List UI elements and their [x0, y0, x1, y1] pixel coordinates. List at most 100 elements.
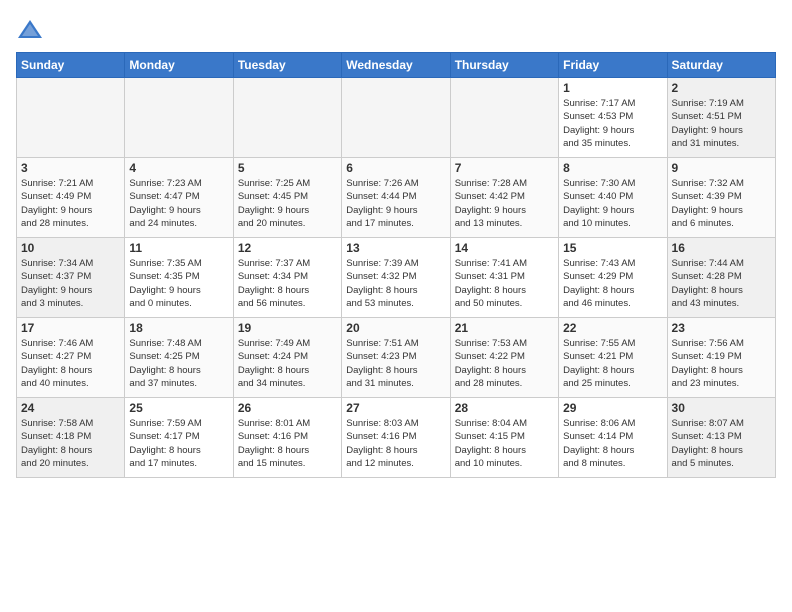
day-info: Sunrise: 7:32 AM Sunset: 4:39 PM Dayligh… — [672, 177, 771, 230]
day-info: Sunrise: 7:44 AM Sunset: 4:28 PM Dayligh… — [672, 257, 771, 310]
calendar-cell: 18Sunrise: 7:48 AM Sunset: 4:25 PM Dayli… — [125, 318, 233, 398]
day-info: Sunrise: 7:41 AM Sunset: 4:31 PM Dayligh… — [455, 257, 554, 310]
day-info: Sunrise: 7:59 AM Sunset: 4:17 PM Dayligh… — [129, 417, 228, 470]
day-number: 6 — [346, 161, 445, 175]
calendar-cell: 27 Sunrise: 8:03 AM Sunset: 4:16 PM Dayli… — [342, 398, 450, 478]
calendar-cell: 12 Sunrise: 7:37 AM Sunset: 4:34 PM Dayli… — [233, 238, 341, 318]
day-number: 21 — [455, 321, 554, 335]
day-info: Sunrise: 7:28 AM Sunset: 4:42 PM Dayligh… — [455, 177, 554, 230]
calendar-week-row: 3Sunrise: 7:21 AM Sunset: 4:49 PM Daylig… — [17, 158, 776, 238]
calendar-table: SundayMondayTuesdayWednesdayThursdayFrid… — [16, 52, 776, 478]
day-info: Sunrise: 7:43 AM Sunset: 4:29 PM Dayligh… — [563, 257, 662, 310]
day-number: 4 — [129, 161, 228, 175]
day-info: Sunrise: 8:07 AM Sunset: 4:13 PM Dayligh… — [672, 417, 771, 470]
calendar-cell: 15 Sunrise: 7:43 AM Sunset: 4:29 PM Dayli… — [559, 238, 667, 318]
calendar-cell: 25 Sunrise: 7:59 AM Sunset: 4:17 PM Dayli… — [125, 398, 233, 478]
day-number: 9 — [672, 161, 771, 175]
calendar-cell: 8 Sunrise: 7:30 AM Sunset: 4:40 PM Daylig… — [559, 158, 667, 238]
day-number: 24 — [21, 401, 120, 415]
day-number: 27 — [346, 401, 445, 415]
day-info: Sunrise: 7:39 AM Sunset: 4:32 PM Dayligh… — [346, 257, 445, 310]
calendar-cell: 3Sunrise: 7:21 AM Sunset: 4:49 PM Daylig… — [17, 158, 125, 238]
day-number: 22 — [563, 321, 662, 335]
day-number: 10 — [21, 241, 120, 255]
day-info: Sunrise: 7:46 AM Sunset: 4:27 PM Dayligh… — [21, 337, 120, 390]
day-info: Sunrise: 7:49 AM Sunset: 4:24 PM Dayligh… — [238, 337, 337, 390]
column-header-sunday: Sunday — [17, 53, 125, 78]
page-header — [16, 16, 776, 44]
calendar-cell: 19 Sunrise: 7:49 AM Sunset: 4:24 PM Dayli… — [233, 318, 341, 398]
day-number: 25 — [129, 401, 228, 415]
day-info: Sunrise: 7:37 AM Sunset: 4:34 PM Dayligh… — [238, 257, 337, 310]
day-info: Sunrise: 7:51 AM Sunset: 4:23 PM Dayligh… — [346, 337, 445, 390]
calendar-cell: 6 Sunrise: 7:26 AM Sunset: 4:44 PM Daylig… — [342, 158, 450, 238]
day-number: 5 — [238, 161, 337, 175]
calendar-cell: 21Sunrise: 7:53 AM Sunset: 4:22 PM Dayli… — [450, 318, 558, 398]
day-info: Sunrise: 7:26 AM Sunset: 4:44 PM Dayligh… — [346, 177, 445, 230]
day-number: 29 — [563, 401, 662, 415]
day-info: Sunrise: 7:30 AM Sunset: 4:40 PM Dayligh… — [563, 177, 662, 230]
day-number: 3 — [21, 161, 120, 175]
column-header-saturday: Saturday — [667, 53, 775, 78]
day-info: Sunrise: 8:01 AM Sunset: 4:16 PM Dayligh… — [238, 417, 337, 470]
day-info: Sunrise: 7:23 AM Sunset: 4:47 PM Dayligh… — [129, 177, 228, 230]
calendar-cell — [17, 78, 125, 158]
day-number: 15 — [563, 241, 662, 255]
column-header-thursday: Thursday — [450, 53, 558, 78]
calendar-header-row: SundayMondayTuesdayWednesdayThursdayFrid… — [17, 53, 776, 78]
day-number: 1 — [563, 81, 662, 95]
day-number: 19 — [238, 321, 337, 335]
calendar-cell: 30 Sunrise: 8:07 AM Sunset: 4:13 PM Dayli… — [667, 398, 775, 478]
calendar-cell — [342, 78, 450, 158]
day-number: 7 — [455, 161, 554, 175]
calendar-cell: 28 Sunrise: 8:04 AM Sunset: 4:15 PM Dayli… — [450, 398, 558, 478]
day-number: 28 — [455, 401, 554, 415]
day-info: Sunrise: 8:03 AM Sunset: 4:16 PM Dayligh… — [346, 417, 445, 470]
day-number: 30 — [672, 401, 771, 415]
day-info: Sunrise: 7:17 AM Sunset: 4:53 PM Dayligh… — [563, 97, 662, 150]
column-header-tuesday: Tuesday — [233, 53, 341, 78]
day-info: Sunrise: 7:25 AM Sunset: 4:45 PM Dayligh… — [238, 177, 337, 230]
calendar-cell: 7 Sunrise: 7:28 AM Sunset: 4:42 PM Daylig… — [450, 158, 558, 238]
day-number: 26 — [238, 401, 337, 415]
day-number: 23 — [672, 321, 771, 335]
calendar-cell: 14 Sunrise: 7:41 AM Sunset: 4:31 PM Dayli… — [450, 238, 558, 318]
calendar-week-row: 17 Sunrise: 7:46 AM Sunset: 4:27 PM Dayli… — [17, 318, 776, 398]
day-info: Sunrise: 8:04 AM Sunset: 4:15 PM Dayligh… — [455, 417, 554, 470]
logo-icon — [16, 16, 44, 44]
calendar-cell: 5 Sunrise: 7:25 AM Sunset: 4:45 PM Daylig… — [233, 158, 341, 238]
day-info: Sunrise: 7:56 AM Sunset: 4:19 PM Dayligh… — [672, 337, 771, 390]
day-number: 12 — [238, 241, 337, 255]
day-number: 20 — [346, 321, 445, 335]
calendar-cell: 10 Sunrise: 7:34 AM Sunset: 4:37 PM Dayli… — [17, 238, 125, 318]
calendar-week-row: 1 Sunrise: 7:17 AM Sunset: 4:53 PM Daylig… — [17, 78, 776, 158]
calendar-cell: 20 Sunrise: 7:51 AM Sunset: 4:23 PM Dayli… — [342, 318, 450, 398]
day-number: 17 — [21, 321, 120, 335]
calendar-week-row: 24 Sunrise: 7:58 AM Sunset: 4:18 PM Dayli… — [17, 398, 776, 478]
calendar-cell — [233, 78, 341, 158]
column-header-monday: Monday — [125, 53, 233, 78]
day-info: Sunrise: 7:48 AM Sunset: 4:25 PM Dayligh… — [129, 337, 228, 390]
calendar-cell: 9 Sunrise: 7:32 AM Sunset: 4:39 PM Daylig… — [667, 158, 775, 238]
calendar-cell: 29 Sunrise: 8:06 AM Sunset: 4:14 PM Dayli… — [559, 398, 667, 478]
day-number: 2 — [672, 81, 771, 95]
day-number: 11 — [129, 241, 228, 255]
calendar-cell: 16Sunrise: 7:44 AM Sunset: 4:28 PM Dayli… — [667, 238, 775, 318]
day-info: Sunrise: 8:06 AM Sunset: 4:14 PM Dayligh… — [563, 417, 662, 470]
calendar-cell: 17 Sunrise: 7:46 AM Sunset: 4:27 PM Dayli… — [17, 318, 125, 398]
calendar-cell: 22Sunrise: 7:55 AM Sunset: 4:21 PM Dayli… — [559, 318, 667, 398]
column-header-wednesday: Wednesday — [342, 53, 450, 78]
day-info: Sunrise: 7:34 AM Sunset: 4:37 PM Dayligh… — [21, 257, 120, 310]
logo — [16, 16, 48, 44]
calendar-cell: 11 Sunrise: 7:35 AM Sunset: 4:35 PM Dayli… — [125, 238, 233, 318]
calendar-cell: 13 Sunrise: 7:39 AM Sunset: 4:32 PM Dayli… — [342, 238, 450, 318]
day-info: Sunrise: 7:58 AM Sunset: 4:18 PM Dayligh… — [21, 417, 120, 470]
calendar-week-row: 10 Sunrise: 7:34 AM Sunset: 4:37 PM Dayli… — [17, 238, 776, 318]
calendar-cell: 26 Sunrise: 8:01 AM Sunset: 4:16 PM Dayli… — [233, 398, 341, 478]
day-number: 14 — [455, 241, 554, 255]
calendar-cell: 23 Sunrise: 7:56 AM Sunset: 4:19 PM Dayli… — [667, 318, 775, 398]
column-header-friday: Friday — [559, 53, 667, 78]
day-number: 8 — [563, 161, 662, 175]
day-number: 13 — [346, 241, 445, 255]
day-info: Sunrise: 7:35 AM Sunset: 4:35 PM Dayligh… — [129, 257, 228, 310]
